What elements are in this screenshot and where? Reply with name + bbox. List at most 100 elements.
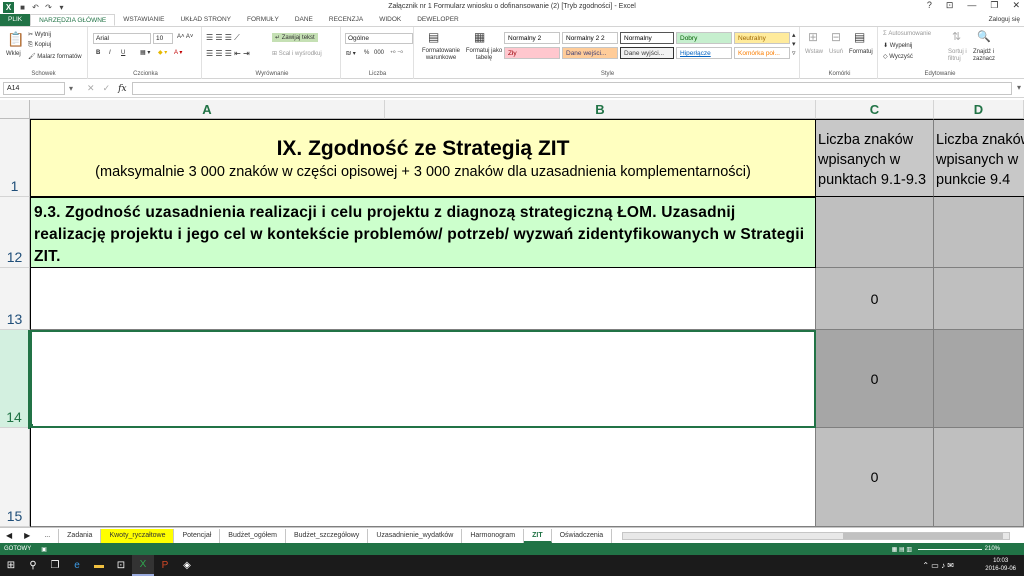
sheet-tab-zit[interactable]: ZIT xyxy=(524,528,552,543)
scroll-tabs-left-icon[interactable]: ◀ xyxy=(0,531,18,540)
styles-scroll-icon[interactable]: ▴ ▾ ▿ xyxy=(792,31,796,58)
format-painter-button[interactable]: 🖌 Malarz formatów xyxy=(28,53,82,60)
style-neutral[interactable]: Neutralny xyxy=(734,32,790,44)
cell-a1-merged[interactable]: IX. Zgodność ze Strategią ZIT (maksymaln… xyxy=(30,119,816,197)
cell-d14[interactable] xyxy=(934,330,1024,428)
edge-icon[interactable]: e xyxy=(66,555,88,576)
format-button[interactable]: Formatuj xyxy=(849,49,873,55)
formula-input[interactable] xyxy=(132,82,1012,95)
close-button[interactable]: ✕ xyxy=(1012,0,1020,11)
style-normal[interactable]: Normalny xyxy=(620,32,674,44)
app-icon[interactable]: ◈ xyxy=(176,555,198,576)
column-header-b[interactable]: B xyxy=(385,100,816,119)
sheet-tab-harmonogram[interactable]: Harmonogram xyxy=(462,528,525,543)
task-view-icon[interactable]: ❐ xyxy=(44,555,66,576)
cell-c14[interactable]: 0 xyxy=(816,330,934,428)
cut-button[interactable]: ✂ Wytnij xyxy=(28,31,51,38)
decimal-icons[interactable]: ⁺⁰ ⁻⁰ xyxy=(390,50,403,57)
tab-formulas[interactable]: FORMUŁY xyxy=(239,14,287,26)
column-header-d[interactable]: D xyxy=(934,100,1024,119)
style-output[interactable]: Dane wyjści... xyxy=(620,47,674,59)
zoom-level[interactable]: 210% xyxy=(985,546,1000,552)
enter-icon[interactable]: ✓ xyxy=(103,83,111,94)
thousands-button[interactable]: 000 xyxy=(374,50,384,56)
cell-d15[interactable] xyxy=(934,428,1024,527)
style-input[interactable]: Dane wejści... xyxy=(562,47,618,59)
align-left-icons[interactable]: ☰ ☰ ☰ ⇤ ⇥ xyxy=(206,49,250,58)
bold-button[interactable]: B xyxy=(96,50,100,56)
help-button[interactable]: ? xyxy=(927,0,932,11)
tab-review[interactable]: RECENZJA xyxy=(321,14,371,26)
sheet-tab-potencjal[interactable]: Potencjał xyxy=(174,528,221,543)
delete-button[interactable]: Usuń xyxy=(829,49,843,55)
sheet-tab-oswiadczenia[interactable]: Oświadczenia xyxy=(552,528,613,543)
underline-button[interactable]: U xyxy=(121,50,125,56)
column-header-a[interactable]: A xyxy=(30,100,385,119)
undo-icon[interactable]: ↶ xyxy=(31,3,40,12)
sheet-tab-zadania[interactable]: Zadania xyxy=(59,528,102,543)
wrap-text-button[interactable]: ↵ Zawijaj tekst xyxy=(272,33,318,42)
name-box[interactable]: A14 xyxy=(3,82,65,95)
tab-home[interactable]: NARZĘDZIA GŁÓWNE xyxy=(30,14,116,26)
clock[interactable]: 10:03 2016-09-06 xyxy=(985,557,1016,573)
percent-button[interactable]: % xyxy=(364,50,369,56)
restore-button[interactable]: ❐ xyxy=(990,0,998,11)
number-format-dropdown[interactable]: Ogólne xyxy=(345,33,413,44)
namebox-dropdown-icon[interactable]: ▾ xyxy=(69,84,73,93)
font-name-dropdown[interactable]: Arial xyxy=(93,33,151,44)
view-normal-icon[interactable]: ▦ ▤ ▥ xyxy=(892,546,912,553)
tab-page-layout[interactable]: UKŁAD STRONY xyxy=(172,14,239,26)
row-header-1[interactable]: 1 xyxy=(0,119,30,197)
paste-button[interactable]: Wklej xyxy=(6,51,21,57)
cell-a15-merged[interactable] xyxy=(30,428,816,527)
tab-data[interactable]: DANE xyxy=(287,14,321,26)
italic-button[interactable]: I xyxy=(109,50,111,56)
insert-button[interactable]: Wstaw xyxy=(805,49,823,55)
tab-file[interactable]: PLIK xyxy=(0,14,31,26)
ribbon-display-icon[interactable]: ⊡ xyxy=(946,0,954,11)
customize-qat-icon[interactable]: ▾ xyxy=(57,3,66,12)
fill-button[interactable]: ⬇ Wypełnij xyxy=(883,42,912,49)
scroll-tabs-right-icon[interactable]: ▶ xyxy=(18,531,36,540)
horizontal-scrollbar[interactable] xyxy=(622,532,1010,540)
cell-c13[interactable]: 0 xyxy=(816,268,934,330)
style-normal-2[interactable]: Normalny 2 xyxy=(504,32,560,44)
search-icon[interactable]: ⚲ xyxy=(22,555,44,576)
font-color-icon[interactable]: A ▾ xyxy=(174,49,182,56)
excel-taskbar-icon[interactable]: X xyxy=(132,555,154,576)
clear-button[interactable]: ◇ Wyczyść xyxy=(883,53,913,60)
format-as-table-button[interactable]: Formatuj jako tabelę xyxy=(464,48,504,62)
powerpoint-icon[interactable]: P xyxy=(154,555,176,576)
cell-c1[interactable]: Liczba znaków wpisanych w punktach 9.1-9… xyxy=(816,119,934,197)
cell-c15[interactable]: 0 xyxy=(816,428,934,527)
style-linked-cell[interactable]: Komórka poł... xyxy=(734,47,790,59)
cell-c12[interactable] xyxy=(816,197,934,268)
align-top-icons[interactable]: ☰ ☰ ☰ ⟋ xyxy=(206,33,240,43)
conditional-format-button[interactable]: Formatowanie warunkowe xyxy=(418,48,464,62)
insert-function-button[interactable]: fx xyxy=(118,84,126,94)
merge-center-button[interactable]: ⊞ Scal i wyśrodkuj xyxy=(272,50,322,57)
find-select-button[interactable]: Znajdź i zaznacz xyxy=(973,49,1001,63)
save-icon[interactable]: ■ xyxy=(18,3,27,12)
sheet-tab-kwoty[interactable]: Kwoty_ryczałtowe xyxy=(101,528,175,543)
tab-developer[interactable]: DEWELOPER xyxy=(409,14,467,26)
sort-filter-button[interactable]: Sortuj i filtruj xyxy=(948,49,970,63)
zoom-slider[interactable] xyxy=(918,549,982,550)
cancel-icon[interactable]: ✕ xyxy=(87,83,95,94)
macro-record-icon[interactable]: ▣ xyxy=(41,546,47,553)
start-icon[interactable]: ⊞ xyxy=(0,555,22,576)
scrollbar-thumb[interactable] xyxy=(843,533,1003,539)
row-header-14[interactable]: 14 xyxy=(0,330,30,428)
paste-icon[interactable]: 📋 xyxy=(7,31,24,48)
font-size-dropdown[interactable]: 10 xyxy=(153,33,173,44)
style-hyperlink[interactable]: Hiperłącze xyxy=(676,47,732,59)
autosum-button[interactable]: Σ Autosumowanie xyxy=(883,31,931,37)
style-good[interactable]: Dobry xyxy=(676,32,732,44)
style-bad[interactable]: Zły xyxy=(504,47,560,59)
grow-font-icon[interactable]: A˄ A˅ xyxy=(177,34,193,40)
sheet-tab-budzet-szczegolowy[interactable]: Budżet_szczegółowy xyxy=(286,528,369,543)
cell-d1[interactable]: Liczba znaków wpisanych w punkcie 9.4 xyxy=(934,119,1024,197)
sheet-tab-more[interactable]: ... xyxy=(36,528,60,543)
cell-a14-selected[interactable] xyxy=(30,330,816,428)
worksheet-grid[interactable]: A B C D 1 12 13 14 15 IX. Zgodność ze St… xyxy=(0,100,1024,527)
